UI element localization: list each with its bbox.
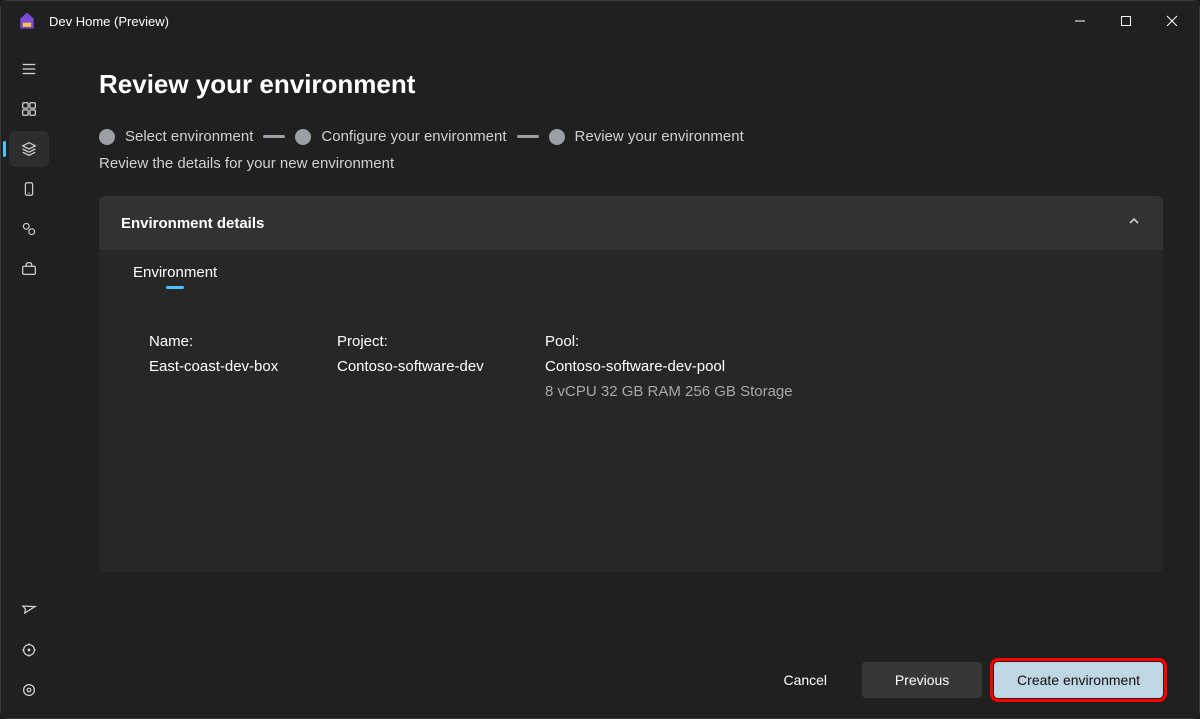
card-header[interactable]: Environment details — [99, 196, 1163, 250]
tab-environment[interactable]: Environment — [133, 264, 217, 287]
sidebar — [1, 41, 57, 718]
name-value: East-coast-dev-box — [149, 358, 329, 375]
step-connector — [517, 135, 539, 138]
pool-spec: 8 vCPU 32 GB RAM 256 GB Storage — [545, 383, 1129, 400]
card-header-title: Environment details — [121, 215, 264, 232]
footer-buttons: Cancel Previous Create environment — [99, 632, 1163, 698]
previous-button[interactable]: Previous — [862, 662, 982, 698]
sidebar-item-toolbox[interactable] — [9, 251, 49, 287]
sidebar-item-device[interactable] — [9, 171, 49, 207]
sidebar-item-dashboard[interactable] — [9, 91, 49, 127]
hamburger-menu[interactable] — [9, 51, 49, 87]
name-label: Name: — [149, 333, 329, 350]
environment-details-card: Environment details Environment Name: Pr… — [99, 196, 1163, 572]
sidebar-item-settings[interactable] — [9, 672, 49, 708]
main-content: Review your environment Select environme… — [57, 41, 1199, 718]
titlebar: Dev Home (Preview) — [1, 1, 1199, 41]
step-label: Select environment — [125, 128, 253, 145]
card-body: Environment Name: Project: Pool: East-co… — [99, 250, 1163, 572]
sidebar-item-gears[interactable] — [9, 211, 49, 247]
maximize-button[interactable] — [1103, 1, 1149, 41]
cancel-button[interactable]: Cancel — [760, 662, 850, 698]
step-configure-environment[interactable]: Configure your environment — [295, 128, 506, 145]
step-dot-icon — [295, 129, 311, 145]
sidebar-item-extensions[interactable] — [9, 632, 49, 668]
project-label: Project: — [337, 333, 537, 350]
app-icon — [17, 11, 37, 31]
project-value: Contoso-software-dev — [337, 358, 537, 375]
step-dot-icon — [549, 129, 565, 145]
sidebar-item-feedback[interactable] — [9, 592, 49, 628]
minimize-button[interactable] — [1057, 1, 1103, 41]
stepper: Select environment Configure your enviro… — [99, 128, 1163, 145]
step-label: Configure your environment — [321, 128, 506, 145]
page-subtitle: Review the details for your new environm… — [99, 155, 1163, 172]
pool-label: Pool: — [545, 333, 1129, 350]
details-grid: Name: Project: Pool: East-coast-dev-box … — [149, 333, 1129, 400]
create-environment-button[interactable]: Create environment — [994, 662, 1163, 698]
step-label: Review your environment — [575, 128, 744, 145]
step-connector — [263, 135, 285, 138]
window-controls — [1057, 1, 1195, 41]
step-select-environment[interactable]: Select environment — [99, 128, 253, 145]
sidebar-item-environments[interactable] — [9, 131, 49, 167]
page-title: Review your environment — [99, 69, 1163, 100]
step-review-environment[interactable]: Review your environment — [549, 128, 744, 145]
app-title: Dev Home (Preview) — [49, 14, 169, 29]
chevron-up-icon — [1127, 214, 1141, 232]
close-button[interactable] — [1149, 1, 1195, 41]
step-dot-icon — [99, 129, 115, 145]
pool-value: Contoso-software-dev-pool — [545, 358, 1129, 375]
